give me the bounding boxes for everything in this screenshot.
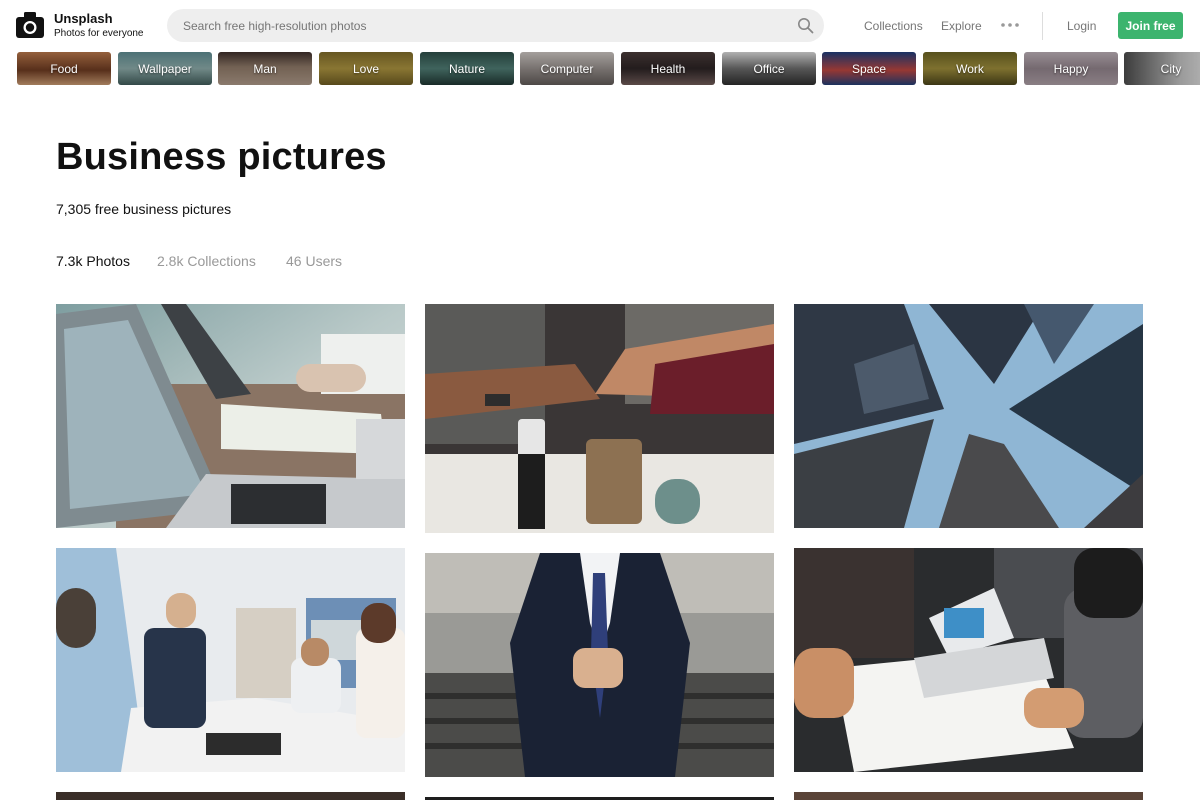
topic-chip-happy[interactable]: Happy bbox=[1024, 52, 1118, 85]
photo-image bbox=[794, 548, 1143, 772]
topic-chip-work[interactable]: Work bbox=[923, 52, 1017, 85]
photo-businessman-suit[interactable] bbox=[425, 553, 774, 777]
top-navbar: Unsplash Photos for everyone Collections… bbox=[0, 0, 1200, 50]
topic-chip-label: Computer bbox=[540, 62, 594, 76]
topic-chip-label: Work bbox=[956, 62, 984, 76]
topic-chip-label: Man bbox=[253, 62, 277, 76]
topic-chip-row: Food Wallpaper Man Love Nature Computer … bbox=[17, 52, 1200, 86]
tab-collections[interactable]: 2.8k Collections bbox=[157, 253, 256, 269]
photo-image bbox=[56, 548, 405, 772]
more-dots-icon[interactable] bbox=[1000, 22, 1020, 28]
topic-chip-label: Health bbox=[650, 62, 686, 76]
search-input[interactable] bbox=[183, 17, 783, 34]
topic-chip-label: Office bbox=[753, 62, 785, 76]
topic-chip-computer[interactable]: Computer bbox=[520, 52, 614, 85]
topic-chip-label: City bbox=[1160, 62, 1182, 76]
tab-users[interactable]: 46 Users bbox=[286, 253, 342, 269]
photo-image bbox=[425, 553, 774, 777]
search-bar bbox=[167, 9, 824, 42]
photo-partial-1[interactable] bbox=[56, 792, 405, 800]
topic-chip-man[interactable]: Man bbox=[218, 52, 312, 85]
photo-image bbox=[425, 304, 774, 533]
join-free-button[interactable]: Join free bbox=[1118, 12, 1183, 39]
page-title: Business pictures bbox=[56, 136, 387, 178]
photo-image bbox=[56, 304, 405, 528]
topic-chip-label: Food bbox=[50, 62, 78, 76]
topic-chip-office[interactable]: Office bbox=[722, 52, 816, 85]
topic-chip-love[interactable]: Love bbox=[319, 52, 413, 85]
photo-team-fist-bump[interactable] bbox=[425, 304, 774, 533]
topic-chip-nature[interactable]: Nature bbox=[420, 52, 514, 85]
nav-explore-link[interactable]: Explore bbox=[941, 19, 982, 33]
topic-chip-city[interactable]: City bbox=[1124, 52, 1200, 85]
topic-chip-label: Happy bbox=[1053, 62, 1089, 76]
topic-chip-food[interactable]: Food bbox=[17, 52, 111, 85]
photo-image bbox=[794, 304, 1143, 528]
nav-collections-link[interactable]: Collections bbox=[864, 19, 923, 33]
topic-chip-label: Wallpaper bbox=[138, 62, 192, 76]
topic-chip-space[interactable]: Space bbox=[822, 52, 916, 85]
search-icon[interactable] bbox=[797, 17, 814, 34]
brand-name[interactable]: Unsplash bbox=[54, 11, 113, 26]
photo-laptop-meeting[interactable] bbox=[56, 304, 405, 528]
camera-logo-icon[interactable] bbox=[16, 12, 44, 38]
page-subtitle: 7,305 free business pictures bbox=[56, 201, 232, 217]
topic-chip-label: Nature bbox=[448, 62, 486, 76]
photo-skyscrapers[interactable] bbox=[794, 304, 1143, 528]
photo-office-meeting[interactable] bbox=[56, 548, 405, 772]
photo-partial-3[interactable] bbox=[794, 792, 1143, 800]
brand-tagline: Photos for everyone bbox=[54, 28, 144, 39]
photo-paperwork-laptop[interactable] bbox=[794, 548, 1143, 772]
tab-photos[interactable]: 7.3k Photos bbox=[56, 253, 130, 269]
nav-divider bbox=[1042, 12, 1043, 40]
topic-chip-wallpaper[interactable]: Wallpaper bbox=[118, 52, 212, 85]
topic-chip-label: Space bbox=[851, 62, 887, 76]
topic-chip-label: Love bbox=[352, 62, 380, 76]
login-link[interactable]: Login bbox=[1067, 19, 1096, 33]
topic-chip-health[interactable]: Health bbox=[621, 52, 715, 85]
